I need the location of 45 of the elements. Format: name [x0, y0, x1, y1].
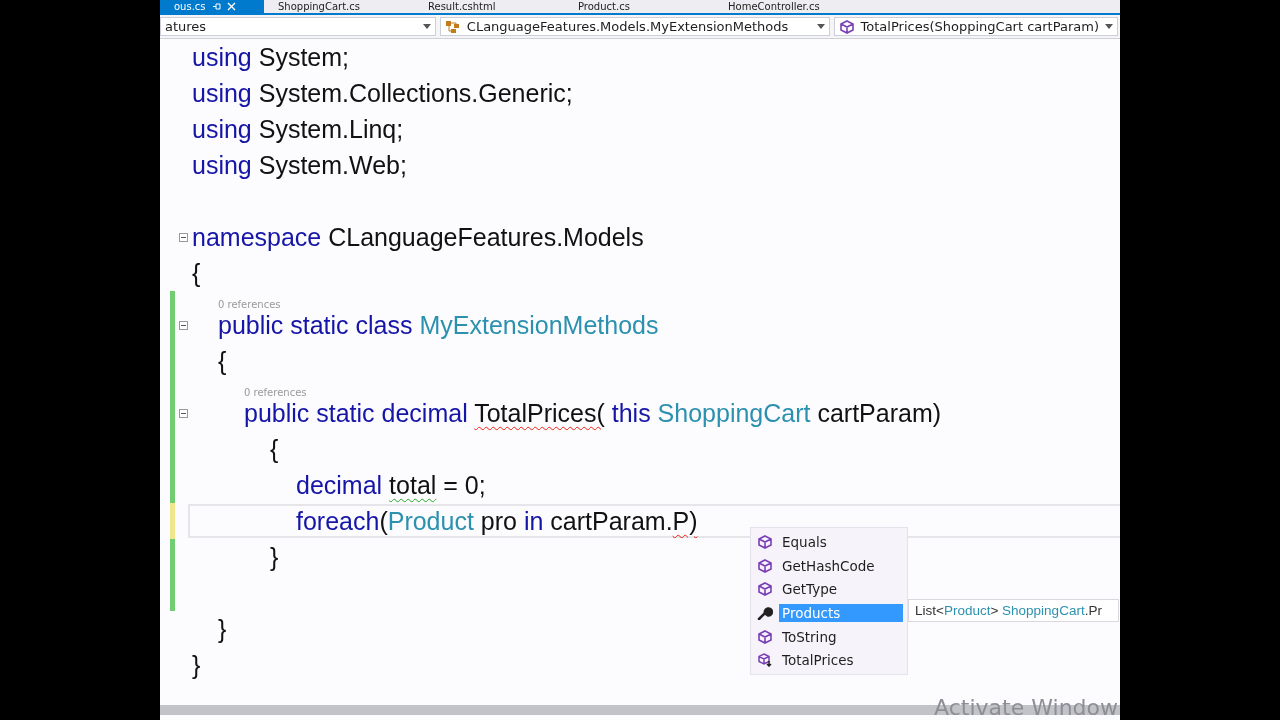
method-icon — [838, 19, 855, 34]
method-icon — [757, 582, 773, 597]
code-line: public static decimal TotalPrices( this ShoppingCart cartParam) — [244, 398, 942, 427]
completion-item[interactable]: ToString — [751, 624, 907, 649]
method-icon — [757, 534, 773, 549]
code-line: } — [218, 614, 227, 643]
navigation-dropdown[interactable]: TotalPrices(ShoppingCart cartParam) — [833, 17, 1118, 36]
extension-method-icon — [757, 653, 773, 668]
close-icon[interactable] — [226, 2, 236, 11]
file-tab[interactable]: ShoppingCart.cs — [264, 0, 414, 13]
completion-item[interactable]: Equals — [751, 530, 907, 554]
code-line: using System.Linq; — [192, 114, 404, 143]
completion-tooltip: List<Product> ShoppingCart.Pr — [908, 599, 1119, 622]
completion-item[interactable]: GetHashCode — [751, 553, 907, 578]
collapse-icon[interactable] — [179, 408, 188, 418]
code-line: public static class MyExtensionMethods — [218, 310, 659, 339]
file-tab[interactable]: Result.cshtml — [414, 0, 564, 13]
collapse-icon[interactable] — [179, 232, 188, 242]
method-icon — [757, 629, 773, 644]
caret-icon — [816, 24, 825, 29]
file-tab[interactable]: ous.cs — [160, 0, 264, 13]
code-line: foreach(Product pro in cartParam.P) — [296, 506, 698, 535]
navigation-dropdown[interactable]: CLanguageFeatures.Models.MyExtensionMethods — [439, 17, 830, 36]
activation-notice: Activate Window — [934, 695, 1118, 720]
navigation-dropdown[interactable]: atures — [160, 17, 436, 36]
completion-item[interactable]: TotalPrices — [751, 648, 907, 673]
class-icon — [444, 19, 461, 34]
code-line: namespace CLanguageFeatures.Models — [192, 222, 644, 251]
code-line: using System.Collections.Generic; — [192, 78, 573, 107]
code-line: using System; — [192, 42, 349, 71]
pin-icon[interactable] — [211, 2, 221, 11]
caret-icon — [1105, 24, 1113, 29]
method-icon — [757, 558, 773, 573]
code-line: } — [270, 542, 279, 571]
code-line: { — [218, 346, 227, 375]
code-line: { — [192, 258, 201, 287]
completion-item[interactable]: GetType — [751, 577, 907, 602]
caret-icon — [422, 24, 431, 29]
file-tab[interactable]: HomeController.cs — [714, 0, 864, 13]
code-line: decimal total = 0; — [296, 470, 486, 499]
file-tab[interactable]: Product.cs — [564, 0, 714, 13]
code-line: using System.Web; — [192, 150, 407, 179]
collapse-icon[interactable] — [179, 320, 188, 330]
code-line: } — [192, 650, 201, 679]
code-line: { — [270, 434, 279, 463]
